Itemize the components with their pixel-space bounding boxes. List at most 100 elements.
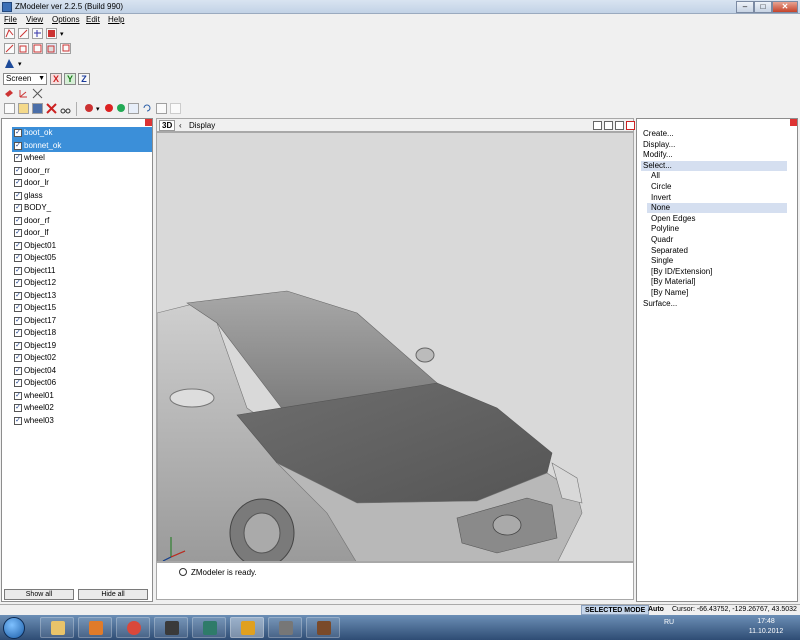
save-icon[interactable] <box>32 103 43 114</box>
open-folder-icon[interactable] <box>18 103 29 114</box>
command-item[interactable]: Create... <box>643 129 674 139</box>
taskbar-photo-button[interactable] <box>306 617 340 638</box>
object-list-item[interactable]: ✓ Object02 <box>12 352 152 365</box>
visibility-checkbox[interactable]: ✓ <box>14 154 22 162</box>
command-item[interactable]: Display... <box>643 140 675 150</box>
object-list-item[interactable]: ✓ door_rf <box>12 215 152 228</box>
zoom-icon[interactable] <box>593 121 602 130</box>
taskbar-chrome-button[interactable] <box>116 617 150 638</box>
visibility-checkbox[interactable]: ✓ <box>14 179 22 187</box>
visibility-checkbox[interactable]: ✓ <box>14 266 22 275</box>
object-list-item[interactable]: ✓ door_lf <box>12 227 152 240</box>
refresh-icon[interactable] <box>142 103 153 114</box>
selection-mode-badge[interactable]: SELECTED MODE <box>581 605 650 615</box>
command-item[interactable]: [By ID/Extension] <box>651 267 712 277</box>
scissors-icon[interactable] <box>32 88 43 99</box>
command-item[interactable]: [By Name] <box>651 288 688 298</box>
command-item[interactable]: Quadr <box>651 235 673 245</box>
object-list-item[interactable]: ✓ wheel03 <box>12 415 152 428</box>
visibility-checkbox[interactable]: ✓ <box>14 254 22 262</box>
visibility-checkbox[interactable]: ✓ <box>14 316 22 325</box>
visibility-checkbox[interactable]: ✓ <box>14 279 22 287</box>
face-mode-icon[interactable] <box>18 43 29 54</box>
viewport-arrow[interactable]: ‹ <box>179 121 182 130</box>
object-list-item[interactable]: ✓ door_rr <box>12 165 152 178</box>
properties-icon[interactable] <box>156 103 167 114</box>
chevron-down-icon[interactable]: ▾ <box>60 30 64 38</box>
command-item[interactable]: All <box>651 171 660 181</box>
object-list-item[interactable]: ✓ Object12 <box>12 277 152 290</box>
axis-z-button[interactable]: Z <box>78 73 90 85</box>
panel-close-icon[interactable] <box>145 119 152 126</box>
panel-close-icon[interactable] <box>790 119 797 126</box>
visibility-checkbox[interactable]: ✓ <box>14 404 22 412</box>
taskbar-zmodeler-button[interactable] <box>230 617 264 638</box>
object-list-item[interactable]: ✓ Object17 <box>12 315 152 328</box>
visibility-checkbox[interactable]: ✓ <box>14 304 22 312</box>
taskbar-explorer-button[interactable] <box>40 617 74 638</box>
object-list-item[interactable]: ✓ boot_ok <box>12 127 152 140</box>
object-list-item[interactable]: ✓ glass <box>12 190 152 203</box>
monitor-icon[interactable] <box>128 103 139 114</box>
object-list-item[interactable]: ✓ Object15 <box>12 302 152 315</box>
object-list-item[interactable]: ✓ Object18 <box>12 327 152 340</box>
light-icon[interactable] <box>104 103 115 114</box>
cube-mode-icon[interactable] <box>46 43 57 54</box>
cut-icon[interactable] <box>60 103 71 114</box>
axis-x-button[interactable]: X <box>50 73 62 85</box>
visibility-checkbox[interactable]: ✓ <box>14 229 22 237</box>
menu-file[interactable]: File <box>4 15 17 24</box>
menu-options[interactable]: Options <box>52 15 80 24</box>
command-item[interactable]: Modify... <box>643 150 673 160</box>
close-view-icon[interactable] <box>626 121 635 130</box>
visibility-checkbox[interactable]: ✓ <box>14 391 22 400</box>
object-list-item[interactable]: ✓ Object05 <box>12 252 152 265</box>
menu-view[interactable]: View <box>26 15 43 24</box>
object-list-item[interactable]: ✓ bonnet_ok <box>12 139 152 152</box>
vertex-mode-icon[interactable] <box>4 43 15 54</box>
new-file-icon[interactable] <box>4 103 15 114</box>
tray-clock[interactable]: 17:48 11.10.2012 <box>742 617 790 637</box>
3d-viewport[interactable] <box>156 132 634 562</box>
hide-all-button[interactable]: Hide all <box>78 589 148 600</box>
object-list-item[interactable]: ✓ wheel01 <box>12 390 152 403</box>
undo-icon[interactable] <box>84 103 95 114</box>
object-list-item[interactable]: ✓ BODY_ <box>12 202 152 215</box>
render-icon[interactable] <box>116 103 127 114</box>
show-all-button[interactable]: Show all <box>4 589 74 600</box>
object-list-item[interactable]: ✓ Object13 <box>12 290 152 303</box>
visibility-checkbox[interactable]: ✓ <box>14 341 22 350</box>
visibility-checkbox[interactable]: ✓ <box>14 216 22 225</box>
command-item[interactable]: Select... <box>641 160 787 171</box>
viewport-display-label[interactable]: Display <box>189 121 215 130</box>
object-list-item[interactable]: ✓ wheel02 <box>12 402 152 415</box>
tray-language[interactable]: RU <box>664 619 674 626</box>
object-list-item[interactable]: ✓ door_lr <box>12 177 152 190</box>
menu-help[interactable]: Help <box>108 15 124 24</box>
axes-icon[interactable] <box>18 88 29 99</box>
object-list-item[interactable]: ✓ Object06 <box>12 377 152 390</box>
command-item[interactable]: Invert <box>651 193 671 203</box>
view-mode-label[interactable]: 3D <box>159 120 176 131</box>
visibility-checkbox[interactable]: ✓ <box>14 291 22 300</box>
object-icon[interactable] <box>46 28 57 39</box>
select-vertex-icon[interactable] <box>4 28 15 39</box>
maximize-button[interactable]: □ <box>754 1 772 13</box>
delete-icon[interactable] <box>46 103 57 114</box>
move-icon[interactable] <box>32 28 43 39</box>
command-item[interactable]: Surface... <box>643 299 677 309</box>
command-item[interactable]: Polyline <box>651 224 679 234</box>
select-edge-icon[interactable] <box>18 28 29 39</box>
taskbar-app-button[interactable] <box>192 617 226 638</box>
visibility-checkbox[interactable]: ✓ <box>14 379 22 387</box>
object-list-item[interactable]: ✓ Object01 <box>12 240 152 253</box>
object-list-item[interactable]: ✓ Object11 <box>12 265 152 278</box>
chevron-down-icon[interactable]: ▾ <box>96 105 100 113</box>
group-mode-icon[interactable] <box>60 43 71 54</box>
taskbar-game-button[interactable] <box>154 617 188 638</box>
object-list-item[interactable]: ✓ Object19 <box>12 340 152 353</box>
command-item[interactable]: Separated <box>651 246 688 256</box>
command-item[interactable]: [By Material] <box>651 277 695 287</box>
visibility-checkbox[interactable]: ✓ <box>14 166 22 175</box>
object-list-item[interactable]: ✓ Object04 <box>12 365 152 378</box>
